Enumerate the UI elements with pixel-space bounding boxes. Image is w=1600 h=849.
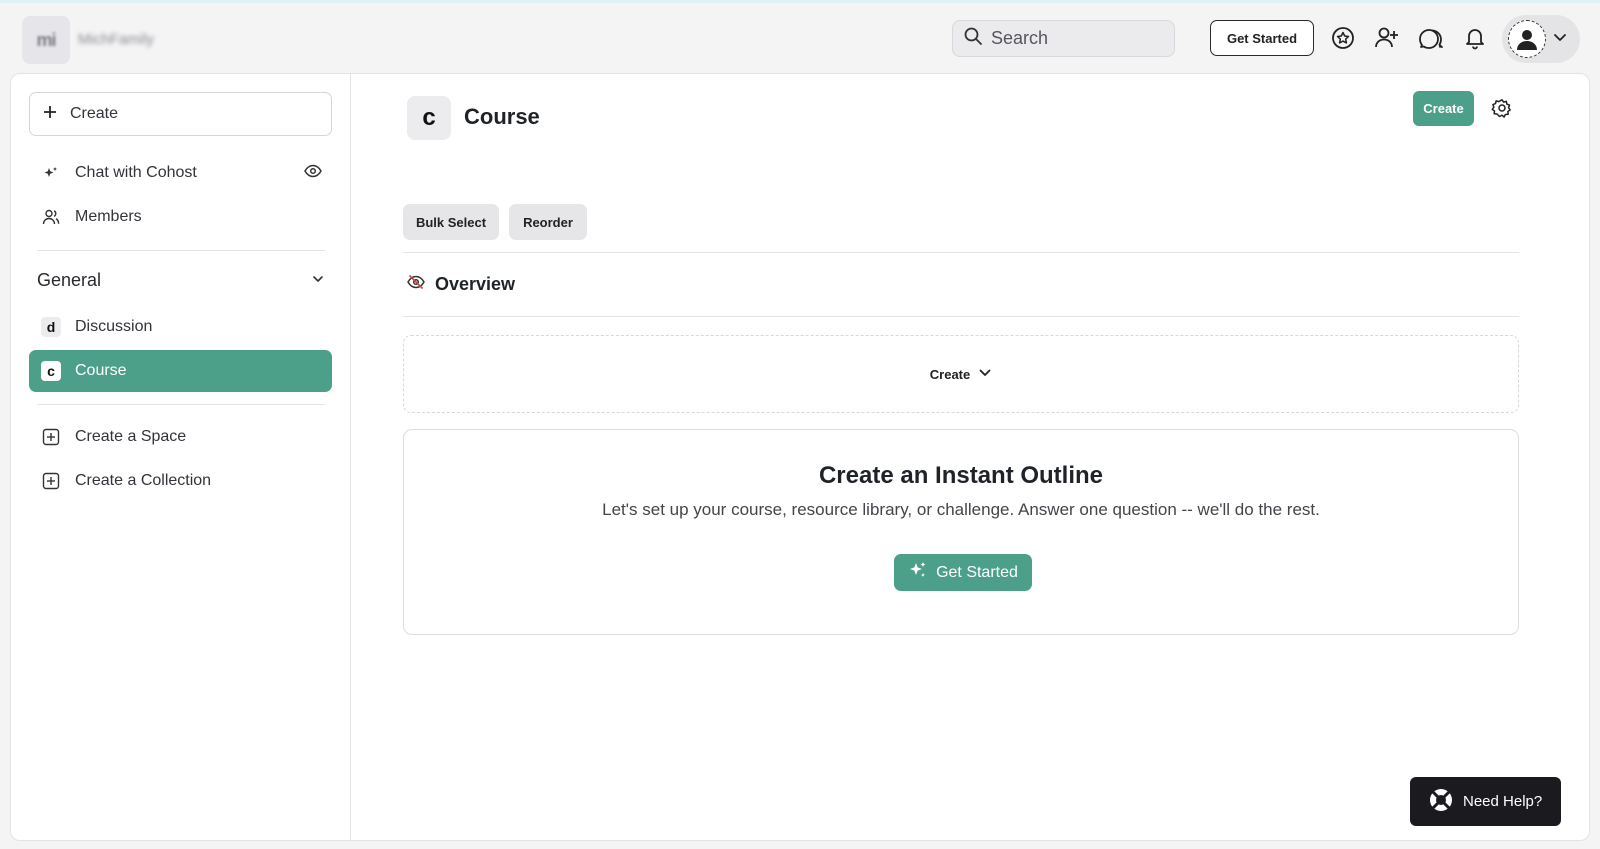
gear-icon[interactable]: [1491, 98, 1513, 125]
space-badge: d: [41, 317, 61, 337]
sidebar-item-discussion[interactable]: d Discussion: [29, 306, 332, 348]
sidebar-item-chat-with-cohost[interactable]: Chat with Cohost: [29, 152, 332, 194]
sidebar-divider: [37, 250, 325, 251]
space-group-title: General: [37, 270, 102, 290]
get-started-button[interactable]: Get Started: [1210, 20, 1314, 56]
discussion-badge: d: [41, 317, 61, 337]
eye-off-icon[interactable]: [407, 274, 425, 295]
create-space-link[interactable]: Create a Space: [29, 416, 332, 458]
sidebar-item-label: Course: [75, 362, 127, 379]
instant-outline-title: Create an Instant Outline: [818, 462, 1104, 489]
top-bar: mi MichFamily Get Started: [0, 3, 1600, 73]
sidebar-item-members[interactable]: Members: [29, 196, 332, 238]
lifebuoy-icon: [1428, 787, 1454, 817]
bulk-select-button[interactable]: Bulk Select: [403, 204, 499, 240]
plus-square-icon: [41, 472, 61, 490]
sidebar-item-course[interactable]: c Course: [29, 350, 332, 392]
button-label: Get Started: [936, 563, 1018, 581]
page-title: Course: [464, 104, 540, 129]
community-name[interactable]: MichFamily: [78, 31, 154, 48]
instant-outline-description: Let's set up your course, resource libra…: [602, 500, 1320, 519]
search-icon: [963, 26, 983, 51]
sidebar: Create Chat with Cohost Members General: [11, 74, 351, 840]
overview-label: Overview: [435, 274, 516, 294]
main-panel: Create Chat with Cohost Members General: [10, 73, 1590, 841]
create-dropdown-label: Create: [929, 366, 971, 382]
sidebar-create-label: Create: [70, 105, 119, 122]
course-space-badge: c: [407, 96, 451, 140]
avatar: [1508, 20, 1546, 58]
sidebar-item-label: Create a Space: [75, 428, 187, 445]
account-menu[interactable]: [1502, 15, 1580, 63]
community-logo[interactable]: mi: [22, 16, 70, 64]
sidebar-item-label: Chat with Cohost: [75, 164, 197, 181]
sparkle-icon: [908, 560, 928, 585]
search-bar[interactable]: [952, 20, 1175, 57]
need-help-button[interactable]: Need Help?: [1410, 777, 1561, 826]
sparkle-icon: [41, 165, 61, 181]
eye-icon[interactable]: [304, 164, 322, 183]
people-icon: [41, 208, 61, 226]
chevron-down-icon: [978, 366, 992, 383]
course-badge: c: [41, 361, 61, 381]
need-help-label: Need Help?: [1463, 793, 1543, 810]
section-divider: [403, 316, 1519, 317]
content-area: c Course Create Bulk Select Reorder Over…: [351, 74, 1589, 840]
create-dropdown-area[interactable]: Create: [403, 335, 1519, 413]
sidebar-divider: [37, 404, 325, 405]
star-badge-icon[interactable]: [1330, 25, 1356, 51]
section-divider: [403, 252, 1519, 253]
sidebar-item-label: Discussion: [75, 318, 153, 335]
space-group-general[interactable]: General: [37, 270, 325, 291]
chat-icon[interactable]: [1418, 25, 1444, 51]
logo-text: mi: [36, 29, 56, 50]
search-input[interactable]: [991, 28, 1161, 49]
overview-section-header[interactable]: Overview: [407, 274, 515, 295]
plus-square-icon: [41, 428, 61, 446]
reorder-button[interactable]: Reorder: [509, 204, 587, 240]
sidebar-item-label: Members: [75, 208, 142, 225]
create-button[interactable]: Create: [1413, 91, 1474, 126]
add-user-icon[interactable]: [1374, 25, 1400, 51]
chevron-down-icon[interactable]: [311, 270, 325, 291]
plus-icon: [42, 104, 58, 125]
sidebar-item-label: Create a Collection: [75, 472, 212, 489]
space-badge: c: [41, 361, 61, 381]
outline-get-started-button[interactable]: Get Started: [894, 554, 1032, 591]
chevron-down-icon: [1552, 29, 1568, 50]
bell-icon[interactable]: [1462, 25, 1488, 51]
instant-outline-card: Create an Instant Outline Let's set up y…: [403, 429, 1519, 635]
sidebar-create-button[interactable]: Create: [29, 92, 332, 136]
create-collection-link[interactable]: Create a Collection: [29, 460, 332, 502]
